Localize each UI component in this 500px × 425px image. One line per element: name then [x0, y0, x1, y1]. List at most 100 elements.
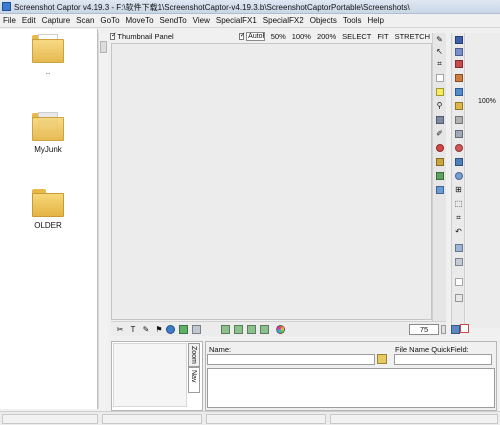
zoom-select-button[interactable]: SELECT	[342, 32, 371, 41]
scissors-icon[interactable]: ✂	[115, 325, 125, 334]
zoom-stretch-button[interactable]: STRETCH	[395, 32, 430, 41]
status-segment	[102, 414, 202, 424]
menu-scan[interactable]: Scan	[76, 16, 94, 25]
capture-window-icon[interactable]	[453, 59, 464, 69]
zoom-percent-label: 100%	[478, 98, 496, 105]
tab-nav[interactable]: Nav	[188, 367, 200, 393]
quickfield-input[interactable]	[394, 354, 492, 365]
menu-file[interactable]: File	[3, 16, 16, 25]
name-label: Name:	[209, 345, 232, 354]
menu-specialfx2[interactable]: SpecialFX2	[263, 16, 304, 25]
arrange-4-icon[interactable]	[260, 325, 270, 334]
rectangle-icon[interactable]	[434, 73, 445, 83]
capture-fullscreen-icon[interactable]	[453, 73, 464, 83]
pencil-icon[interactable]: ✎	[434, 35, 445, 45]
crop-icon[interactable]: ⌗	[434, 59, 445, 69]
drawing-tools-column: ✎ ↖ ⌗ ⚲ ✐	[432, 33, 446, 321]
menu-view[interactable]: View	[193, 16, 210, 25]
menu-edit[interactable]: Edit	[22, 16, 36, 25]
thumbnail-myjunk[interactable]: MyJunk	[18, 111, 78, 154]
folder-icon	[30, 187, 66, 217]
color-wheel-icon[interactable]	[276, 325, 286, 334]
copy-icon[interactable]	[453, 293, 464, 303]
shapes-icon[interactable]	[434, 143, 445, 153]
select-all-icon[interactable]: ⬚	[453, 199, 464, 209]
folder-with-screenshot-icon	[30, 111, 66, 141]
thumbnail-parent-folder[interactable]: ..	[18, 33, 78, 76]
tab-zoom[interactable]: Zoom	[188, 343, 200, 367]
thumbnail-older[interactable]: OLDER	[18, 187, 78, 230]
comments-area[interactable]	[207, 368, 495, 408]
undo-icon[interactable]: ↶	[453, 227, 464, 237]
status-segment	[206, 414, 326, 424]
status-bar	[0, 411, 500, 425]
status-segment	[2, 414, 98, 424]
menu-tools[interactable]: Tools	[343, 16, 362, 25]
folder-with-pages-icon	[30, 33, 66, 63]
scrollbar-thumb[interactable]	[100, 41, 107, 53]
save-icon[interactable]	[453, 35, 464, 45]
stamp-icon[interactable]	[434, 157, 445, 167]
menu-sendto[interactable]: SendTo	[160, 16, 187, 25]
rotate-icon[interactable]	[453, 129, 464, 139]
thumbnail-scrollbar[interactable]	[98, 33, 108, 409]
brush-icon[interactable]: ✐	[434, 129, 445, 139]
zoom-spinner[interactable]	[441, 325, 446, 334]
layer-up-icon[interactable]	[453, 243, 464, 253]
zoom-column	[466, 33, 500, 328]
zoom-100-button[interactable]: 100%	[292, 32, 311, 41]
trim-icon[interactable]: ⌗	[453, 213, 464, 223]
zoom-value-field[interactable]: 75	[409, 324, 439, 335]
layer-down-icon[interactable]	[453, 257, 464, 267]
zoom-50-button[interactable]: 50%	[271, 32, 286, 41]
window-title: Screenshot Captor v4.19.3 - F:\软件下载1\Scr…	[14, 3, 410, 12]
pen-icon[interactable]: ✎	[141, 325, 151, 334]
eyedropper-icon[interactable]: ⚲	[434, 101, 445, 111]
arrange-3-icon[interactable]	[247, 325, 257, 334]
shadow-icon[interactable]	[453, 157, 464, 167]
resize-icon[interactable]	[434, 171, 445, 181]
scan-icon[interactable]	[453, 101, 464, 111]
tab-zoom-label: Zoom	[190, 346, 197, 364]
bottom-toolbar: ✂ T ✎ ⚑ 75	[111, 321, 460, 336]
zoom-200-button[interactable]: 200%	[317, 32, 336, 41]
zoom-fit-button[interactable]: FIT	[377, 32, 388, 41]
name-options-button[interactable]	[377, 354, 387, 364]
stamp-icon[interactable]: ⚑	[154, 325, 164, 334]
webcam-icon[interactable]	[453, 115, 464, 125]
highlight-icon[interactable]	[434, 87, 445, 97]
menu-capture[interactable]: Capture	[42, 16, 70, 25]
menu-specialfx1[interactable]: SpecialFX1	[216, 16, 257, 25]
menu-goto[interactable]: GoTo	[100, 16, 119, 25]
name-input[interactable]	[207, 354, 375, 365]
arrange-1-icon[interactable]	[221, 325, 231, 334]
app-icon	[2, 2, 11, 11]
scroll-capture-icon[interactable]	[453, 87, 464, 97]
effects-icon[interactable]	[453, 143, 464, 153]
globe-icon[interactable]	[166, 325, 176, 334]
thumbnail-panel-checkbox[interactable]	[110, 31, 117, 40]
page-icon[interactable]	[460, 324, 470, 333]
dropshadow-icon[interactable]	[192, 325, 202, 334]
autofit-field[interactable]: AutoFit	[246, 32, 265, 41]
border-icon[interactable]	[453, 171, 464, 181]
menu-objects[interactable]: Objects	[310, 16, 337, 25]
image-icon[interactable]	[434, 115, 445, 125]
menu-help[interactable]: Help	[368, 16, 384, 25]
arrange-2-icon[interactable]	[234, 325, 244, 334]
thumbnail-label: ..	[45, 67, 51, 76]
frame-icon[interactable]	[453, 277, 464, 287]
grid-icon[interactable]: ⊞	[453, 185, 464, 195]
menu-moveto[interactable]: MoveTo	[126, 16, 154, 25]
capture-region-icon[interactable]	[453, 47, 464, 57]
navigator-view[interactable]	[113, 343, 187, 407]
text-tool-icon[interactable]: T	[128, 325, 138, 334]
status-segment	[330, 414, 498, 424]
image-canvas[interactable]	[111, 43, 432, 320]
align-icon[interactable]	[434, 185, 445, 195]
pointer-icon[interactable]: ↖	[434, 47, 445, 57]
object-tools-column: ⊞ ⬚ ⌗ ↶	[451, 33, 465, 328]
autofit-checkbox[interactable]	[238, 31, 246, 40]
title-bar: Screenshot Captor v4.19.3 - F:\软件下载1\Scr…	[0, 0, 500, 14]
color-swatch-icon[interactable]	[179, 325, 189, 334]
